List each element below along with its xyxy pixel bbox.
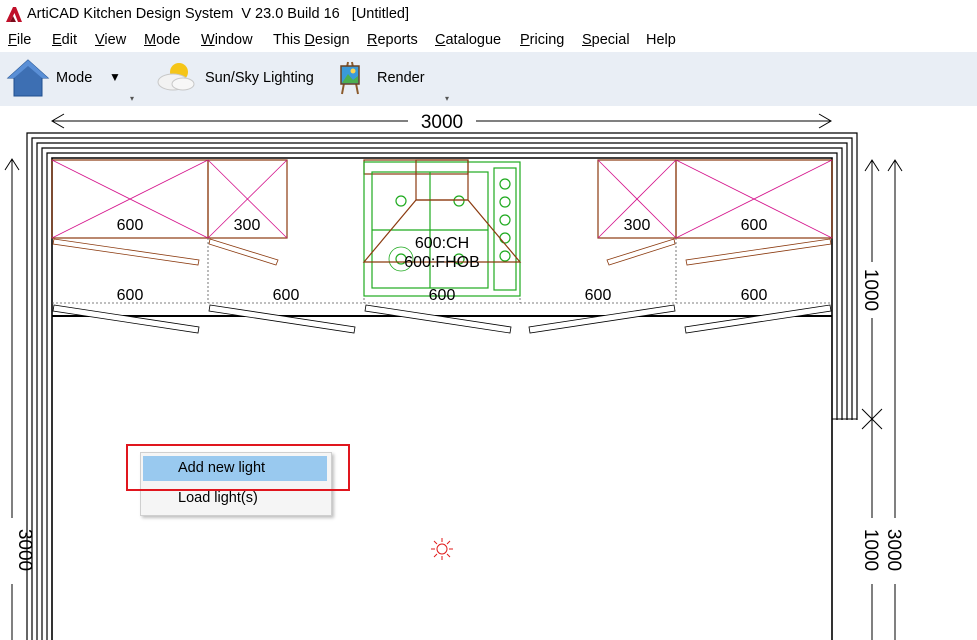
chimney-hood-label: 600:CH: [415, 235, 469, 252]
room-width-dimension-label: 3000: [421, 112, 463, 133]
wall-cabinet-label: 600: [741, 217, 768, 234]
design-canvas[interactable]: 3000 3000 600 300 300 600 600:CH 600:FHO…: [0, 106, 977, 640]
sun-cloud-icon: [157, 63, 195, 91]
menu-catalogue[interactable]: Catalogue: [435, 32, 501, 48]
light-icon[interactable]: [431, 538, 453, 560]
right-dimension-total-label: 3000: [883, 529, 904, 571]
menu-reports[interactable]: Reports: [367, 32, 418, 48]
hob-label: 600:FHOB: [404, 254, 480, 271]
menu-help[interactable]: Help: [646, 32, 676, 48]
mode-overflow-arrow[interactable]: ▾: [130, 94, 134, 103]
base-cabinet-doors: [52, 304, 832, 334]
home-icon: [6, 59, 50, 97]
menu-special[interactable]: Special: [582, 32, 630, 48]
menu-pricing[interactable]: Pricing: [520, 32, 564, 48]
load-lights-label: Load light(s): [178, 490, 258, 506]
annotation-highlight-box: [126, 444, 350, 491]
hob: [363, 161, 521, 297]
window-title: ArtiCAD Kitchen Design System V 23.0 Bui…: [27, 6, 410, 22]
menu-edit[interactable]: Edit: [52, 32, 77, 48]
mode-label: Mode: [56, 70, 93, 86]
base-cabinet-label: 600: [585, 287, 612, 304]
floor-plan[interactable]: 3000 3000 600 300 300 600 600:CH 600:FHO…: [0, 106, 977, 640]
wall-cabinet-label: 600: [117, 217, 144, 234]
sun-sky-lighting-label: Sun/Sky Lighting: [205, 70, 314, 86]
articad-logo-icon: [6, 7, 22, 22]
menu-view[interactable]: View: [95, 32, 126, 48]
menu-mode[interactable]: Mode: [144, 32, 180, 48]
wall-cabinet-label: 300: [234, 217, 261, 234]
base-cabinet-label: 600: [429, 287, 456, 304]
base-cabinet-label: 600: [741, 287, 768, 304]
menu-this-design[interactable]: This Design: [273, 32, 350, 48]
mode-dropdown-arrow[interactable]: ▼: [109, 70, 121, 84]
right-dimension-top-label: 1000: [860, 269, 881, 311]
menu-file[interactable]: File: [8, 32, 31, 48]
walls: [26, 132, 858, 640]
easel-icon: [340, 61, 360, 95]
base-cabinet-label: 600: [117, 287, 144, 304]
right-dimension-mid-label: 1000: [860, 529, 881, 571]
mode-button[interactable]: Mode ▼: [6, 56, 126, 102]
render-button[interactable]: Render: [336, 58, 436, 100]
sun-sky-lighting-button[interactable]: Sun/Sky Lighting: [155, 58, 325, 100]
toolbar: Mode ▼ ▾ Sun/Sky Lighting Render ▾: [0, 52, 977, 106]
base-cabinet-label: 600: [273, 287, 300, 304]
render-label: Render: [377, 70, 425, 86]
menu-window[interactable]: Window: [201, 32, 253, 48]
wall-cabinet-label: 300: [624, 217, 651, 234]
title-bar: ArtiCAD Kitchen Design System V 23.0 Bui…: [0, 0, 977, 30]
menu-bar: File Edit View Mode Window This Design Reports…: [0, 30, 977, 52]
render-overflow-arrow[interactable]: ▾: [445, 94, 449, 103]
